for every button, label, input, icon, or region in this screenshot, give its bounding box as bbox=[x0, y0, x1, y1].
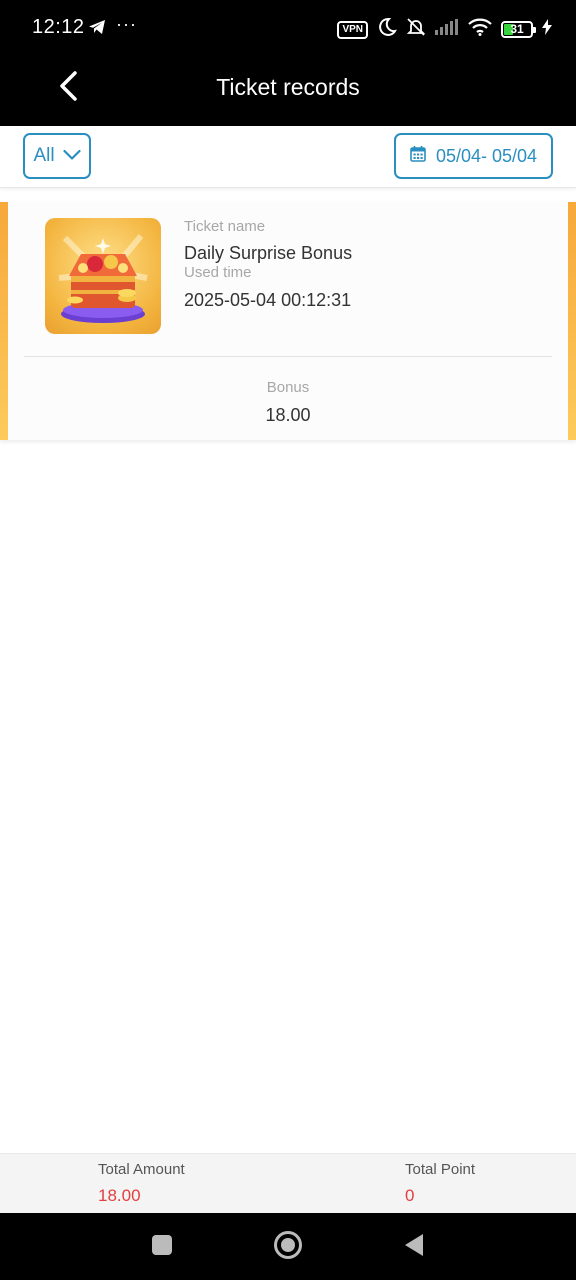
home-icon bbox=[273, 1230, 303, 1265]
home-button[interactable] bbox=[268, 1227, 308, 1267]
bell-off-icon bbox=[406, 17, 426, 42]
filter-bar: All 05/04- 05/04 bbox=[0, 126, 576, 188]
ticket-name: Daily Surprise Bonus bbox=[184, 243, 353, 263]
totals-bar: Total Amount 18.00 Total Point 0 bbox=[0, 1153, 576, 1213]
type-filter-dropdown[interactable]: All bbox=[23, 133, 91, 179]
charging-icon bbox=[542, 19, 552, 40]
bonus-value: 18.00 bbox=[265, 405, 311, 425]
wifi-icon bbox=[468, 18, 492, 41]
status-icons: VPN 31 bbox=[337, 17, 552, 42]
calendar-icon bbox=[410, 145, 426, 167]
ticket-name-label: Ticket name bbox=[184, 218, 266, 235]
recents-button[interactable] bbox=[142, 1227, 182, 1267]
signal-icon bbox=[435, 19, 459, 40]
system-back-button[interactable] bbox=[394, 1227, 434, 1267]
ticket-record-card[interactable]: Ticket name Daily Surprise Bonus Used ti… bbox=[0, 202, 576, 440]
navigation-bar bbox=[0, 1213, 576, 1280]
screen: 12:12 ··· VPN 31 Ticket records All 05/0… bbox=[0, 0, 576, 1280]
battery-level: 31 bbox=[510, 22, 524, 36]
back-icon bbox=[403, 1233, 425, 1262]
moon-icon bbox=[377, 17, 397, 42]
total-amount-value: 18.00 bbox=[98, 1186, 141, 1205]
status-time: 12:12 bbox=[32, 16, 85, 38]
page-title: Ticket records bbox=[216, 74, 360, 100]
telegram-icon bbox=[88, 19, 106, 40]
treasure-chest-icon bbox=[45, 218, 161, 334]
battery-icon: 31 bbox=[501, 21, 536, 38]
date-range-picker[interactable]: 05/04- 05/04 bbox=[394, 133, 553, 179]
used-time-label: Used time bbox=[184, 264, 252, 281]
type-filter-value: All bbox=[33, 145, 55, 166]
total-amount-label: Total Amount bbox=[98, 1161, 185, 1178]
status-bar: 12:12 ··· VPN 31 bbox=[0, 0, 576, 58]
chevron-down-icon bbox=[62, 145, 81, 167]
card-divider bbox=[24, 356, 552, 357]
battery-tip bbox=[533, 27, 536, 33]
recents-icon bbox=[151, 1234, 173, 1261]
vpn-badge: VPN bbox=[337, 20, 368, 39]
total-point-value: 0 bbox=[405, 1186, 415, 1205]
more-notifications-icon: ··· bbox=[116, 14, 137, 34]
bonus-label: Bonus bbox=[266, 379, 310, 396]
date-range-text: 05/04- 05/04 bbox=[435, 145, 538, 166]
used-time: 2025-05-04 00:12:31 bbox=[184, 290, 352, 310]
title-bar: Ticket records bbox=[0, 58, 576, 126]
total-point-label: Total Point bbox=[405, 1161, 476, 1178]
